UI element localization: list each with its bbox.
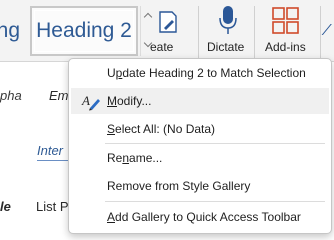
style-sample-title: le: [0, 199, 11, 214]
menu-item-select-all[interactable]: Select All: (No Data): [71, 116, 329, 142]
menu-item-label: Modify...: [107, 94, 152, 108]
ribbon-separator: [254, 6, 255, 58]
menu-item-update-style[interactable]: Update Heading 2 to Match Selection: [71, 60, 329, 86]
ribbon-separator: [198, 6, 199, 58]
style-tile-heading-1[interactable]: ng: [0, 6, 20, 56]
svg-text:A: A: [81, 93, 90, 108]
style-pencil-icon: A: [81, 93, 100, 111]
ribbon-separator: [320, 6, 321, 58]
style-tile-heading-2-label: Heading 2: [36, 19, 132, 42]
menu-separator: [105, 143, 325, 144]
style-sample-list-paragraph: List P: [36, 199, 69, 214]
menu-item-label: Update Heading 2 to Match Selection: [107, 66, 306, 80]
style-tile-heading-2[interactable]: Heading 2: [30, 6, 138, 56]
add-ins-button[interactable]: Add-ins: [262, 2, 310, 60]
add-ins-grid-icon: [272, 7, 299, 34]
create-icon: [159, 11, 177, 33]
dictate-label: Dictate: [207, 40, 245, 54]
menu-item-add-gallery-to-qat[interactable]: Add Gallery to Quick Access Toolbar: [71, 204, 329, 230]
add-ins-label: Add-ins: [265, 40, 306, 54]
menu-separator: [105, 201, 325, 202]
edge-cutoff-icon: ⁄: [326, 22, 329, 39]
menu-item-label: Select All: (No Data): [107, 122, 216, 136]
create-label: eate: [150, 40, 174, 54]
menu-item-rename[interactable]: Rename...: [71, 145, 329, 171]
style-sample-emphasis: Em: [49, 88, 69, 103]
style-sample-fragment: pha: [0, 88, 22, 103]
menu-item-label: Rename...: [107, 151, 163, 165]
ribbon: ng Heading 2 eate Dictate Add-ins ⁄: [0, 0, 334, 62]
menu-item-modify[interactable]: A Modify...: [71, 88, 329, 114]
menu-item-label: Remove from Style Gallery: [107, 179, 251, 193]
menu-item-remove-from-gallery[interactable]: Remove from Style Gallery: [71, 173, 329, 199]
style-context-menu: Update Heading 2 to Match Selection A Mo…: [68, 58, 332, 234]
microphone-icon: [219, 6, 237, 34]
menu-item-label: Add Gallery to Quick Access Toolbar: [107, 210, 301, 224]
create-button[interactable]: eate: [150, 2, 196, 60]
style-tile-heading-1-label: ng: [0, 19, 20, 42]
dictate-button[interactable]: Dictate: [206, 2, 250, 60]
style-sample-intense: Inter: [37, 143, 64, 158]
